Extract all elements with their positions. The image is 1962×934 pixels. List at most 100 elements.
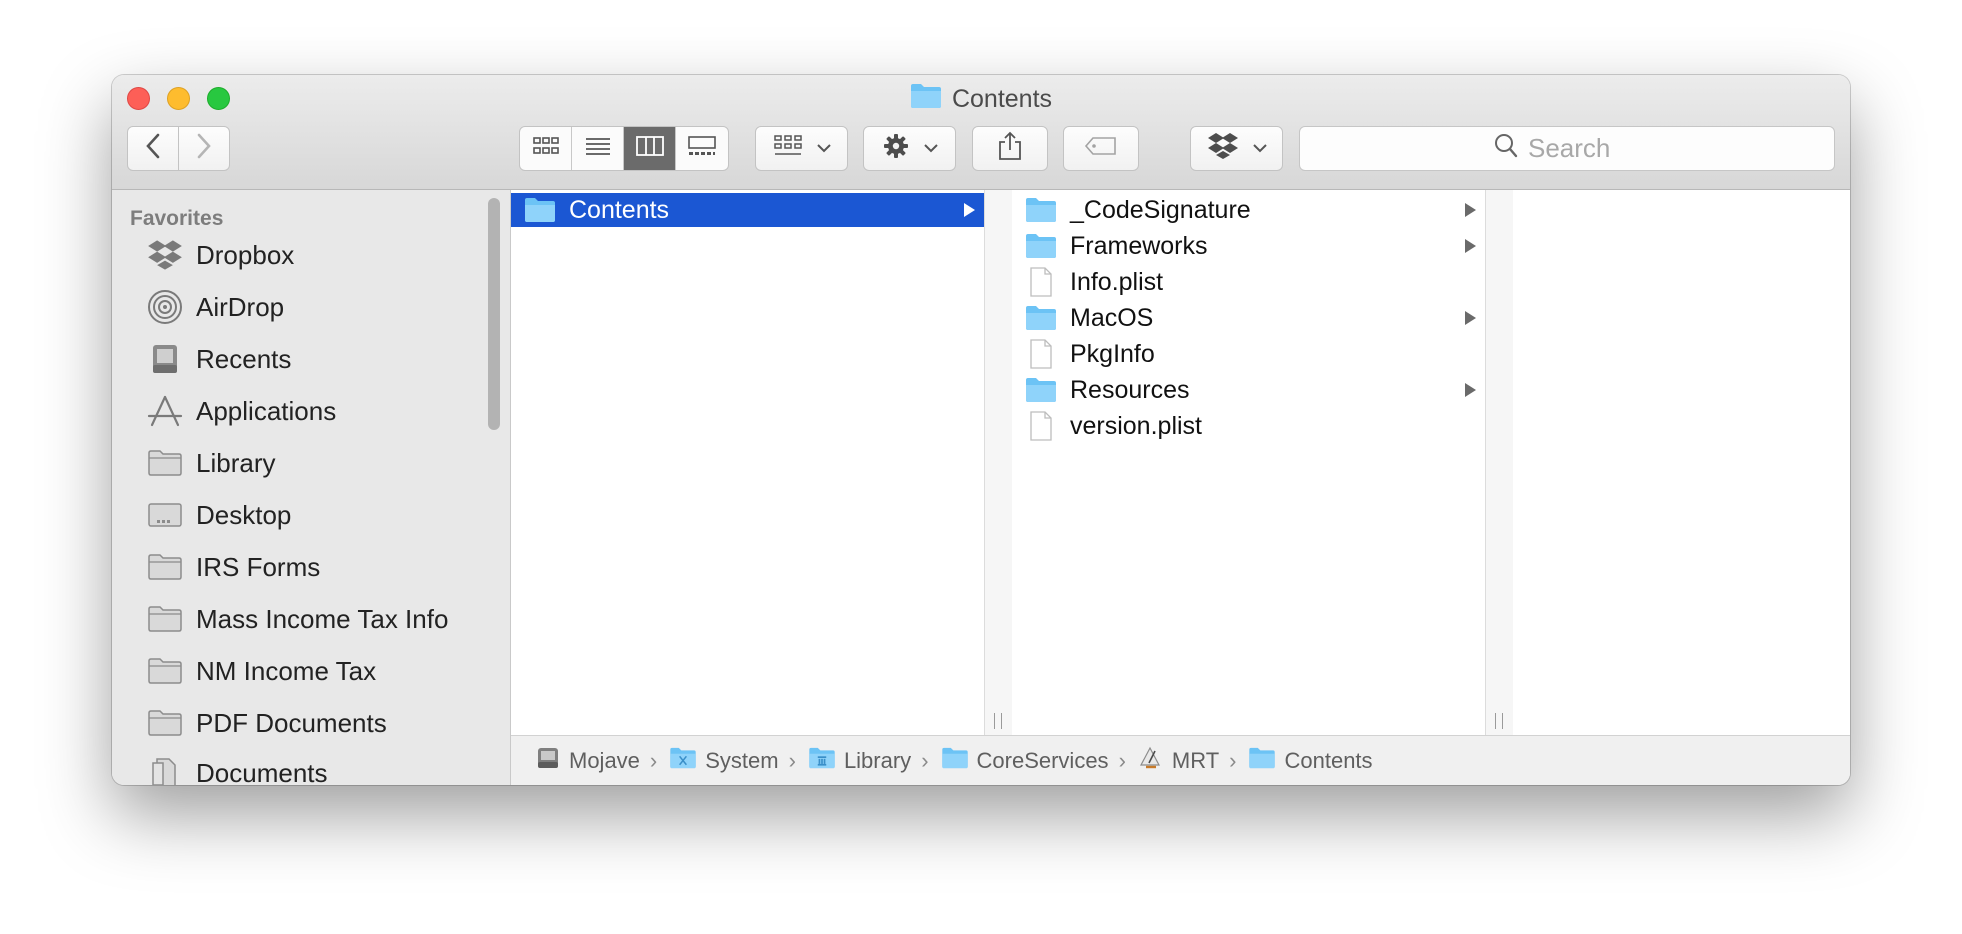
sidebar-item-mass-income-tax-info[interactable]: Mass Income Tax Info	[146, 599, 448, 639]
path-item-label: Library	[843, 747, 912, 773]
documents-icon	[146, 755, 184, 785]
list-item[interactable]: Contents	[511, 193, 984, 227]
finder-window: Contents Search Favorites Dropbox AirDro…	[112, 75, 1850, 785]
group-grid-icon	[773, 134, 803, 163]
list-item[interactable]: Resources	[1012, 373, 1485, 407]
airdrop-icon	[146, 289, 184, 325]
chevron-left-icon	[145, 133, 161, 164]
back-button[interactable]	[127, 126, 179, 171]
sidebar-item-label: Documents	[196, 757, 328, 786]
sidebar-item-pdf-documents[interactable]: PDF Documents	[146, 703, 387, 743]
folder-icon	[146, 445, 184, 481]
path-separator-icon: ›	[921, 747, 929, 773]
column-3	[1513, 190, 1850, 735]
sidebar-scrollbar[interactable]	[488, 198, 500, 430]
sidebar-item-dropbox[interactable]: Dropbox	[146, 235, 294, 275]
sidebar-item-applications[interactable]: Applications	[146, 391, 336, 431]
sidebar-item-label: Library	[196, 447, 276, 478]
item-label: version.plist	[1070, 411, 1202, 440]
sidebar-item-documents[interactable]: Documents	[146, 753, 328, 785]
folder-icon	[146, 549, 184, 585]
list-item[interactable]: PkgInfo	[1012, 337, 1485, 371]
column-2-resizer[interactable]	[1486, 190, 1514, 735]
resize-grip-icon	[994, 713, 1002, 729]
column-view-button[interactable]	[624, 127, 676, 170]
item-label: PkgInfo	[1070, 339, 1155, 368]
folder-icon	[1248, 747, 1276, 775]
file-icon	[1024, 267, 1058, 297]
disclosure-arrow-icon	[1465, 239, 1476, 253]
library-folder-icon	[808, 747, 836, 775]
sidebar-item-label: Mass Income Tax Info	[196, 603, 449, 634]
list-item[interactable]: _CodeSignature	[1012, 193, 1485, 227]
tags-button[interactable]	[1063, 126, 1139, 171]
share-button[interactable]	[972, 126, 1048, 171]
icon-view-button[interactable]	[520, 127, 572, 170]
sidebar-item-label: NM Income Tax	[196, 655, 377, 686]
column-1-resizer[interactable]	[985, 190, 1013, 735]
path-item-contents[interactable]: Contents	[1248, 747, 1373, 775]
folder-icon	[1024, 231, 1058, 261]
list-view-button[interactable]	[572, 127, 624, 170]
sidebar-item-label: PDF Documents	[196, 707, 387, 738]
list-icon	[584, 135, 612, 162]
search-field[interactable]	[1299, 126, 1835, 171]
dropbox-toolbar-button[interactable]	[1190, 126, 1283, 171]
forward-button[interactable]	[178, 126, 230, 171]
item-label: Contents	[569, 195, 670, 224]
sidebar-item-label: Recents	[196, 343, 292, 374]
sidebar-item-library[interactable]: Library	[146, 443, 275, 483]
item-label: Frameworks	[1070, 231, 1208, 260]
chevron-right-icon	[196, 133, 212, 164]
desktop-icon	[146, 497, 184, 533]
columns-icon	[635, 135, 665, 162]
gallery-view-button[interactable]	[676, 127, 728, 170]
search-input[interactable]	[1526, 132, 1640, 165]
folder-icon	[146, 653, 184, 689]
folder-icon	[1024, 303, 1058, 333]
window-title: Contents	[112, 83, 1850, 115]
path-separator-icon: ›	[788, 747, 796, 773]
gear-icon	[882, 132, 910, 165]
path-item-label: MRT	[1171, 747, 1220, 773]
sidebar-item-label: IRS Forms	[196, 551, 321, 582]
system-folder-icon	[669, 747, 697, 775]
chevron-down-icon	[816, 140, 831, 158]
path-item-mojave[interactable]: Mojave	[535, 745, 640, 777]
file-icon	[1024, 339, 1058, 369]
disclosure-arrow-icon	[1465, 383, 1476, 397]
path-item-system[interactable]: System	[669, 747, 779, 775]
list-item[interactable]: Info.plist	[1012, 265, 1485, 299]
share-icon	[997, 131, 1023, 166]
path-item-library[interactable]: Library	[808, 747, 911, 775]
column-2: _CodeSignature Frameworks Info.plist Mac…	[1012, 190, 1486, 735]
path-item-label: CoreServices	[976, 747, 1109, 773]
sidebar-item-recents[interactable]: Recents	[146, 339, 291, 379]
group-by-button[interactable]	[755, 126, 848, 171]
path-separator-icon: ›	[649, 747, 658, 773]
item-label: _CodeSignature	[1070, 195, 1251, 224]
folder-icon	[523, 195, 557, 225]
list-item[interactable]: version.plist	[1012, 409, 1485, 443]
search-icon	[1494, 133, 1518, 164]
path-item-mrt[interactable]: MRT	[1138, 745, 1219, 777]
resize-grip-icon	[1495, 713, 1503, 729]
file-icon	[1024, 411, 1058, 441]
chevron-down-icon	[923, 140, 938, 158]
sidebar-item-desktop[interactable]: Desktop	[146, 495, 291, 535]
sidebar-item-irs-forms[interactable]: IRS Forms	[146, 547, 320, 587]
path-bar: Mojave › System › Library › CoreServices…	[511, 735, 1850, 785]
path-item-coreservices[interactable]: CoreServices	[941, 747, 1109, 775]
sidebar-item-nm-income-tax[interactable]: NM Income Tax	[146, 651, 376, 691]
sidebar-item-airdrop[interactable]: AirDrop	[146, 287, 284, 327]
dropbox-icon	[146, 237, 184, 273]
action-menu-button[interactable]	[863, 126, 956, 171]
path-item-label: Contents	[1284, 747, 1373, 773]
toolbar: Contents	[112, 75, 1850, 190]
list-item[interactable]: MacOS	[1012, 301, 1485, 335]
list-item[interactable]: Frameworks	[1012, 229, 1485, 263]
folder-icon	[941, 747, 969, 775]
sidebar-item-label: Dropbox	[196, 239, 295, 270]
folder-icon	[1024, 195, 1058, 225]
recents-icon	[146, 341, 184, 377]
